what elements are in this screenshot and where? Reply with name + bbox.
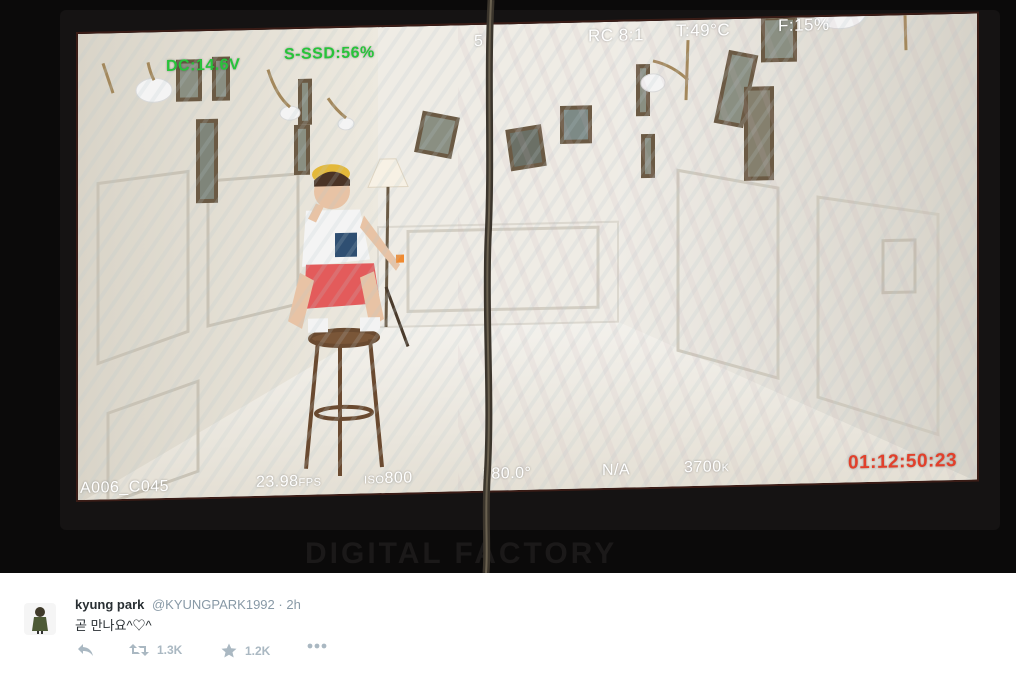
osd-clip-name: A006_C045: [80, 477, 170, 497]
osd-white-balance: 3700K: [684, 458, 730, 477]
separator: ·: [278, 597, 283, 612]
reply-icon: [78, 644, 93, 656]
tweet: kyung park @KYUNGPARK1992 · 2h 곧 만나요^♡^ …: [0, 573, 1016, 677]
tweet-time[interactable]: 2h: [286, 597, 300, 612]
retweet-icon: [129, 644, 149, 656]
tweet-text: 곧 만나요^♡^: [75, 618, 152, 633]
osd-dc-voltage: DC:14.6V: [166, 56, 241, 75]
author-handle[interactable]: @KYUNGPARK1992: [152, 597, 275, 612]
author-name[interactable]: kyung park: [75, 597, 144, 612]
retweet-button[interactable]: 1.3K: [129, 643, 182, 657]
osd-temperature: T:49°C: [676, 20, 731, 41]
cable: [482, 0, 495, 573]
tweet-author[interactable]: kyung park @KYUNGPARK1992 · 2h: [75, 597, 301, 612]
favorite-button[interactable]: 1.2K: [221, 643, 270, 658]
retweet-count: 1.3K: [157, 643, 183, 657]
osd-fan: F:15%: [778, 14, 830, 36]
reply-button[interactable]: [77, 643, 102, 657]
osd-na: N/A: [602, 461, 631, 480]
monitor-photo: DC:14.6V S-SSD:56% 5 RC 8:1 T:49°C F:15%…: [0, 0, 1016, 573]
film-set-scene: [78, 13, 979, 503]
favorite-count: 1.2K: [245, 643, 271, 658]
osd-timecode: 01:12:50:23: [848, 450, 958, 474]
more-icon: [307, 643, 327, 649]
osd-iso: ISO800: [364, 469, 413, 488]
osd-frame-rate: 23.98FPS: [256, 472, 322, 491]
osd-ssd-level: S-SSD:56%: [284, 44, 375, 64]
more-button[interactable]: [307, 643, 335, 649]
osd-recode: RC 8:1: [588, 25, 644, 46]
monitor-brand: DIGITAL FACTORY: [305, 537, 618, 570]
avatar[interactable]: [24, 603, 56, 635]
monitor-screen: DC:14.6V S-SSD:56% 5 RC 8:1 T:49°C F:15%…: [76, 11, 979, 503]
star-icon: [221, 643, 237, 658]
